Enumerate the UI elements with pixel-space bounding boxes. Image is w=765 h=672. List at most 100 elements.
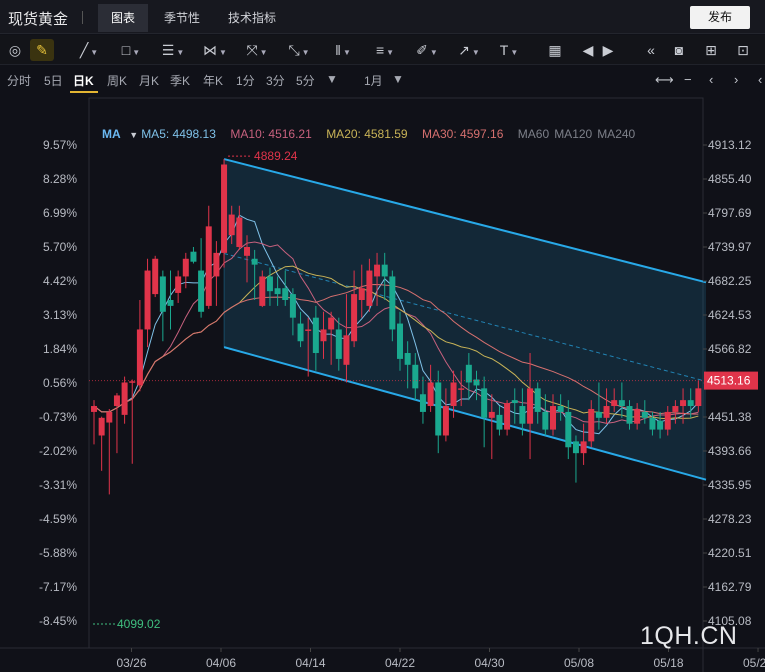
- candle-body: [519, 406, 526, 424]
- candle-body: [358, 288, 365, 300]
- y-tick-right: 4278.23: [708, 512, 752, 526]
- candle-body: [450, 382, 457, 407]
- candle-body: [335, 329, 342, 359]
- candle-body: [565, 411, 572, 448]
- y-tick-left: 0.56%: [43, 376, 77, 390]
- y-tick-right: 4566.82: [708, 342, 752, 356]
- candle-body: [481, 388, 488, 418]
- candle-body: [465, 364, 472, 383]
- y-tick-left: -5.88%: [39, 546, 77, 560]
- candle-body: [527, 388, 534, 424]
- y-tick-left: 1.84%: [43, 342, 77, 356]
- y-tick-right: 4220.51: [708, 546, 752, 560]
- candle-body: [113, 395, 120, 407]
- candle-body: [190, 251, 197, 262]
- y-tick-right: 4624.53: [708, 308, 752, 322]
- x-tick-label: 04/14: [295, 656, 325, 670]
- x-tick-label: 03/26: [116, 656, 146, 670]
- candle-body: [251, 258, 258, 265]
- low-marker-label: 4099.02: [117, 617, 161, 631]
- candle-body: [496, 414, 503, 430]
- candle-body: [305, 329, 312, 331]
- candle-body: [159, 276, 166, 312]
- candle-body: [412, 364, 419, 389]
- candlestick-chart[interactable]: 4913.12 4855.40 4797.69 4739.97 4682.25 4624.…: [0, 0, 765, 672]
- watermark: 1QH.CN: [640, 622, 738, 650]
- candle-body: [374, 264, 381, 277]
- candle-body: [289, 294, 296, 318]
- candle-body: [680, 400, 687, 407]
- legend-item: MA20: 4581.59: [326, 127, 408, 141]
- candle-body: [580, 441, 587, 454]
- candle-body: [221, 164, 228, 253]
- y-tick-right: 4162.79: [708, 580, 752, 594]
- candle-body: [343, 335, 350, 365]
- candle-body: [228, 214, 235, 236]
- candle-body: [550, 406, 556, 430]
- candle-body: [595, 411, 602, 418]
- y-tick-right: 4451.38: [708, 410, 752, 424]
- legend-item: MA30: 4597.16: [422, 127, 504, 141]
- y-tick-left: -4.59%: [39, 512, 77, 526]
- candle-body: [458, 388, 465, 390]
- y-tick-left: 3.13%: [43, 308, 77, 322]
- candle-body: [404, 353, 411, 365]
- y-tick-left: 9.57%: [43, 138, 77, 152]
- candle-body: [626, 406, 633, 424]
- candle-body: [98, 417, 105, 436]
- candle-body: [282, 288, 289, 300]
- candle-body: [381, 264, 388, 277]
- y-tick-left: -3.31%: [39, 478, 77, 492]
- candle-body: [603, 406, 610, 418]
- y-tick-left: -0.73%: [39, 410, 77, 424]
- y-tick-right: 4855.40: [708, 172, 752, 186]
- candle-body: [657, 420, 664, 430]
- y-tick-left: 6.99%: [43, 206, 77, 220]
- candle-body: [205, 226, 212, 306]
- y-tick-right: 4739.97: [708, 240, 752, 254]
- candle-body: [297, 323, 304, 342]
- y-tick-left: -8.45%: [39, 614, 77, 628]
- legend-dropdown-icon: ▼: [129, 130, 138, 140]
- candle-body: [121, 382, 128, 415]
- last-price-label: 4513.16: [707, 374, 751, 388]
- candle-body: [175, 276, 182, 293]
- candle-body: [572, 441, 579, 454]
- candle-body: [634, 408, 641, 424]
- y-tick-left: 4.42%: [43, 274, 77, 288]
- candle-body: [144, 270, 151, 330]
- candle-body: [649, 417, 656, 430]
- candle-body: [312, 317, 319, 354]
- candle-body: [427, 382, 434, 407]
- candle-body: [542, 411, 549, 430]
- candle-body: [588, 408, 595, 442]
- candle-body: [435, 382, 442, 436]
- candle-body: [557, 406, 564, 412]
- candle-body: [611, 400, 618, 407]
- candle-body: [152, 258, 159, 295]
- candle-body: [618, 400, 625, 407]
- x-tick-label: 05/08: [564, 656, 594, 670]
- y-tick-right: 4913.12: [708, 138, 752, 152]
- candle-body: [320, 329, 327, 342]
- candle-body: [274, 288, 281, 295]
- candle-body: [328, 317, 335, 330]
- candle-body: [672, 406, 679, 412]
- candle-body: [504, 403, 511, 430]
- legend-item: MA10: 4516.21: [230, 127, 312, 141]
- y-tick-right: 4335.95: [708, 478, 752, 492]
- candle-body: [136, 329, 143, 386]
- y-tick-left: 5.70%: [43, 240, 77, 254]
- candle-body: [244, 246, 250, 256]
- x-tick-label: 04/22: [385, 656, 415, 670]
- x-tick-label: 05/18: [653, 656, 683, 670]
- candle-body: [419, 394, 426, 412]
- high-marker-label: 4889.24: [254, 149, 298, 163]
- y-tick-left: 8.28%: [43, 172, 77, 186]
- legend-item: MA240: [597, 127, 635, 141]
- legend-item: MA120: [554, 127, 592, 141]
- candle-body: [266, 276, 273, 292]
- candle-body: [351, 294, 358, 342]
- legend-item: MA60: [518, 127, 550, 141]
- y-tick-right: 4682.25: [708, 274, 752, 288]
